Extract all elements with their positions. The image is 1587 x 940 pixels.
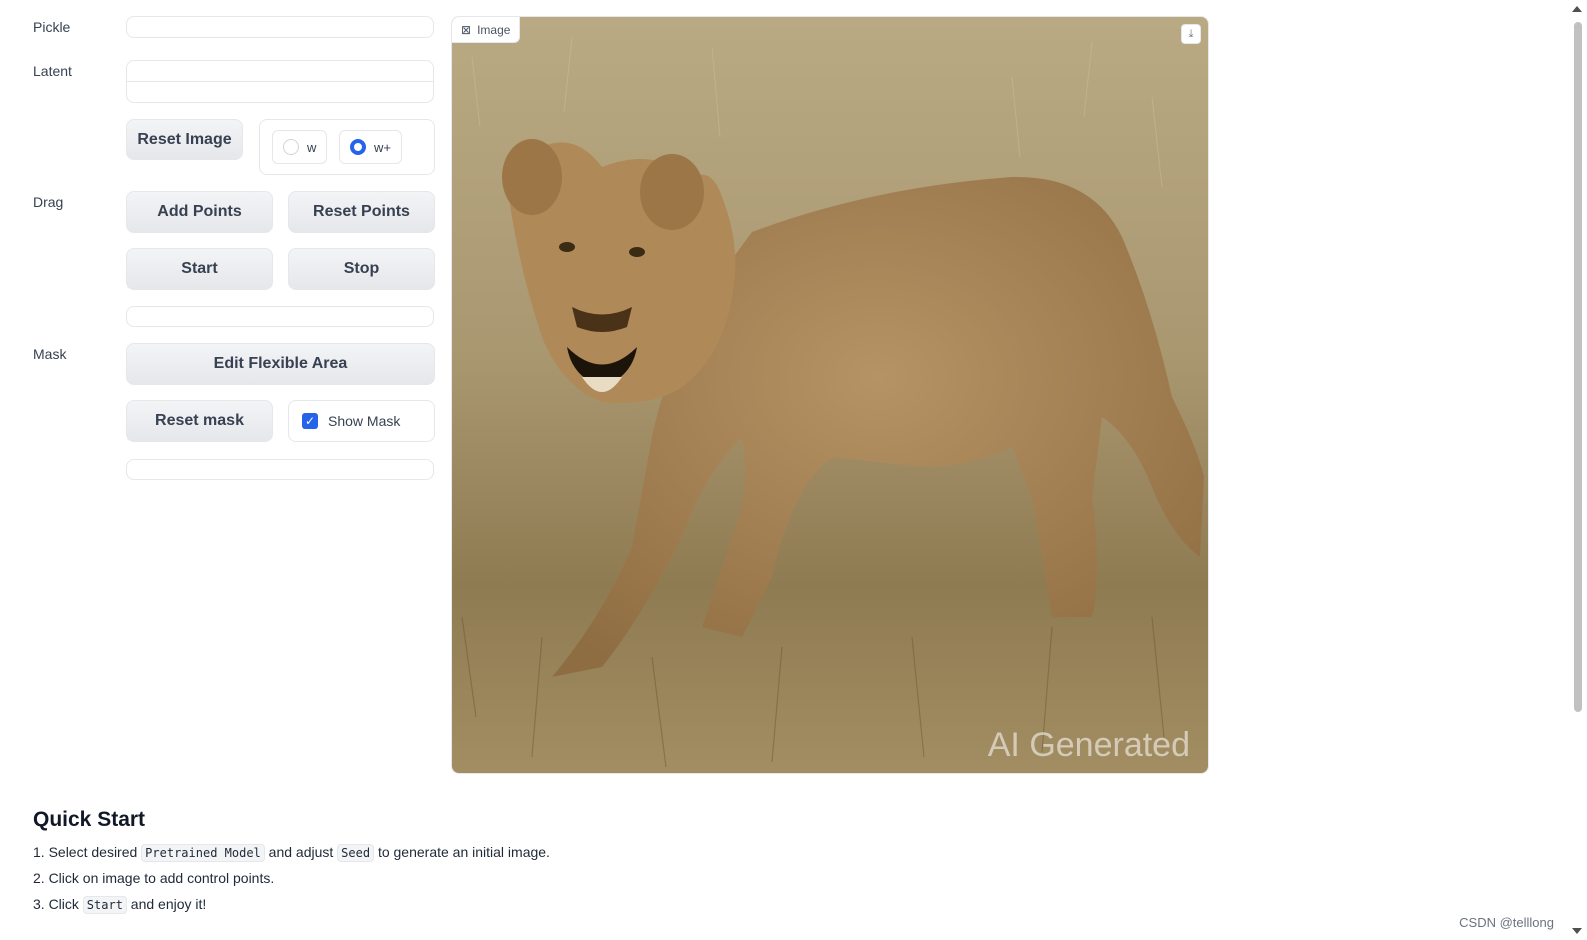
step1-text-b: and adjust bbox=[264, 844, 338, 860]
reset-image-button[interactable]: Reset Image bbox=[126, 119, 243, 160]
quick-start-step-2: 2. Click on image to add control points. bbox=[33, 870, 275, 886]
quick-start-step-1: 1. Select desired Pretrained Model and a… bbox=[33, 844, 550, 862]
show-mask-label: Show Mask bbox=[328, 413, 401, 429]
latent-label: Latent bbox=[33, 63, 72, 79]
pickle-label: Pickle bbox=[33, 19, 71, 35]
latent-divider bbox=[127, 81, 433, 82]
latent-space-radio-group: w w+ bbox=[259, 119, 435, 175]
step3-text-a: 3. Click bbox=[33, 896, 83, 912]
image-icon: ⊠ bbox=[461, 22, 472, 37]
mask-label: Mask bbox=[33, 346, 67, 362]
code-start: Start bbox=[82, 896, 127, 914]
scroll-up-icon[interactable] bbox=[1572, 6, 1582, 12]
download-icon[interactable]: ⤓ bbox=[1181, 24, 1201, 44]
code-seed: Seed bbox=[337, 844, 375, 862]
drag-label: Drag bbox=[33, 194, 64, 210]
step1-text-a: 1. Select desired bbox=[33, 844, 142, 860]
quick-start-title: Quick Start bbox=[33, 808, 146, 831]
edit-flexible-area-button[interactable]: Edit Flexible Area bbox=[126, 343, 435, 385]
reset-points-button[interactable]: Reset Points bbox=[288, 191, 435, 233]
radio-option-w-plus[interactable]: w+ bbox=[339, 130, 402, 164]
csdn-credit: CSDN @telllong bbox=[1459, 915, 1554, 930]
step1-text-c: to generate an initial image. bbox=[374, 844, 550, 860]
checkbox-checked-icon: ✓ bbox=[302, 413, 318, 429]
start-button[interactable]: Start bbox=[126, 248, 273, 290]
radio-label-w: w bbox=[307, 139, 317, 155]
image-tag: ⊠ Image bbox=[452, 17, 521, 43]
quick-start-step-3: 3. Click Start and enjoy it! bbox=[33, 896, 207, 914]
drag-status-field[interactable] bbox=[126, 306, 434, 327]
stop-button[interactable]: Stop bbox=[288, 248, 435, 290]
image-canvas[interactable]: ⊠ Image ⤓ AI Generated bbox=[451, 16, 1209, 774]
radio-label-w-plus: w+ bbox=[374, 139, 391, 155]
radio-checked-icon bbox=[350, 139, 366, 155]
scroll-down-icon[interactable] bbox=[1572, 928, 1582, 934]
reset-mask-button[interactable]: Reset mask bbox=[126, 400, 273, 442]
add-points-button[interactable]: Add Points bbox=[126, 191, 273, 233]
code-pretrained-model: Pretrained Model bbox=[141, 844, 265, 862]
lion-photo[interactable] bbox=[452, 17, 1209, 774]
mask-status-field[interactable] bbox=[126, 459, 434, 480]
pickle-input[interactable] bbox=[126, 16, 434, 38]
show-mask-checkbox[interactable]: ✓ Show Mask bbox=[288, 400, 435, 442]
scrollbar[interactable] bbox=[1567, 0, 1587, 940]
ai-generated-watermark: AI Generated bbox=[987, 726, 1190, 764]
step3-text-b: and enjoy it! bbox=[126, 896, 207, 912]
radio-unchecked-icon bbox=[283, 139, 299, 155]
radio-option-w[interactable]: w bbox=[272, 130, 328, 164]
scrollbar-thumb[interactable] bbox=[1574, 22, 1582, 712]
latent-input[interactable] bbox=[126, 60, 434, 103]
image-tag-label: Image bbox=[477, 22, 511, 37]
